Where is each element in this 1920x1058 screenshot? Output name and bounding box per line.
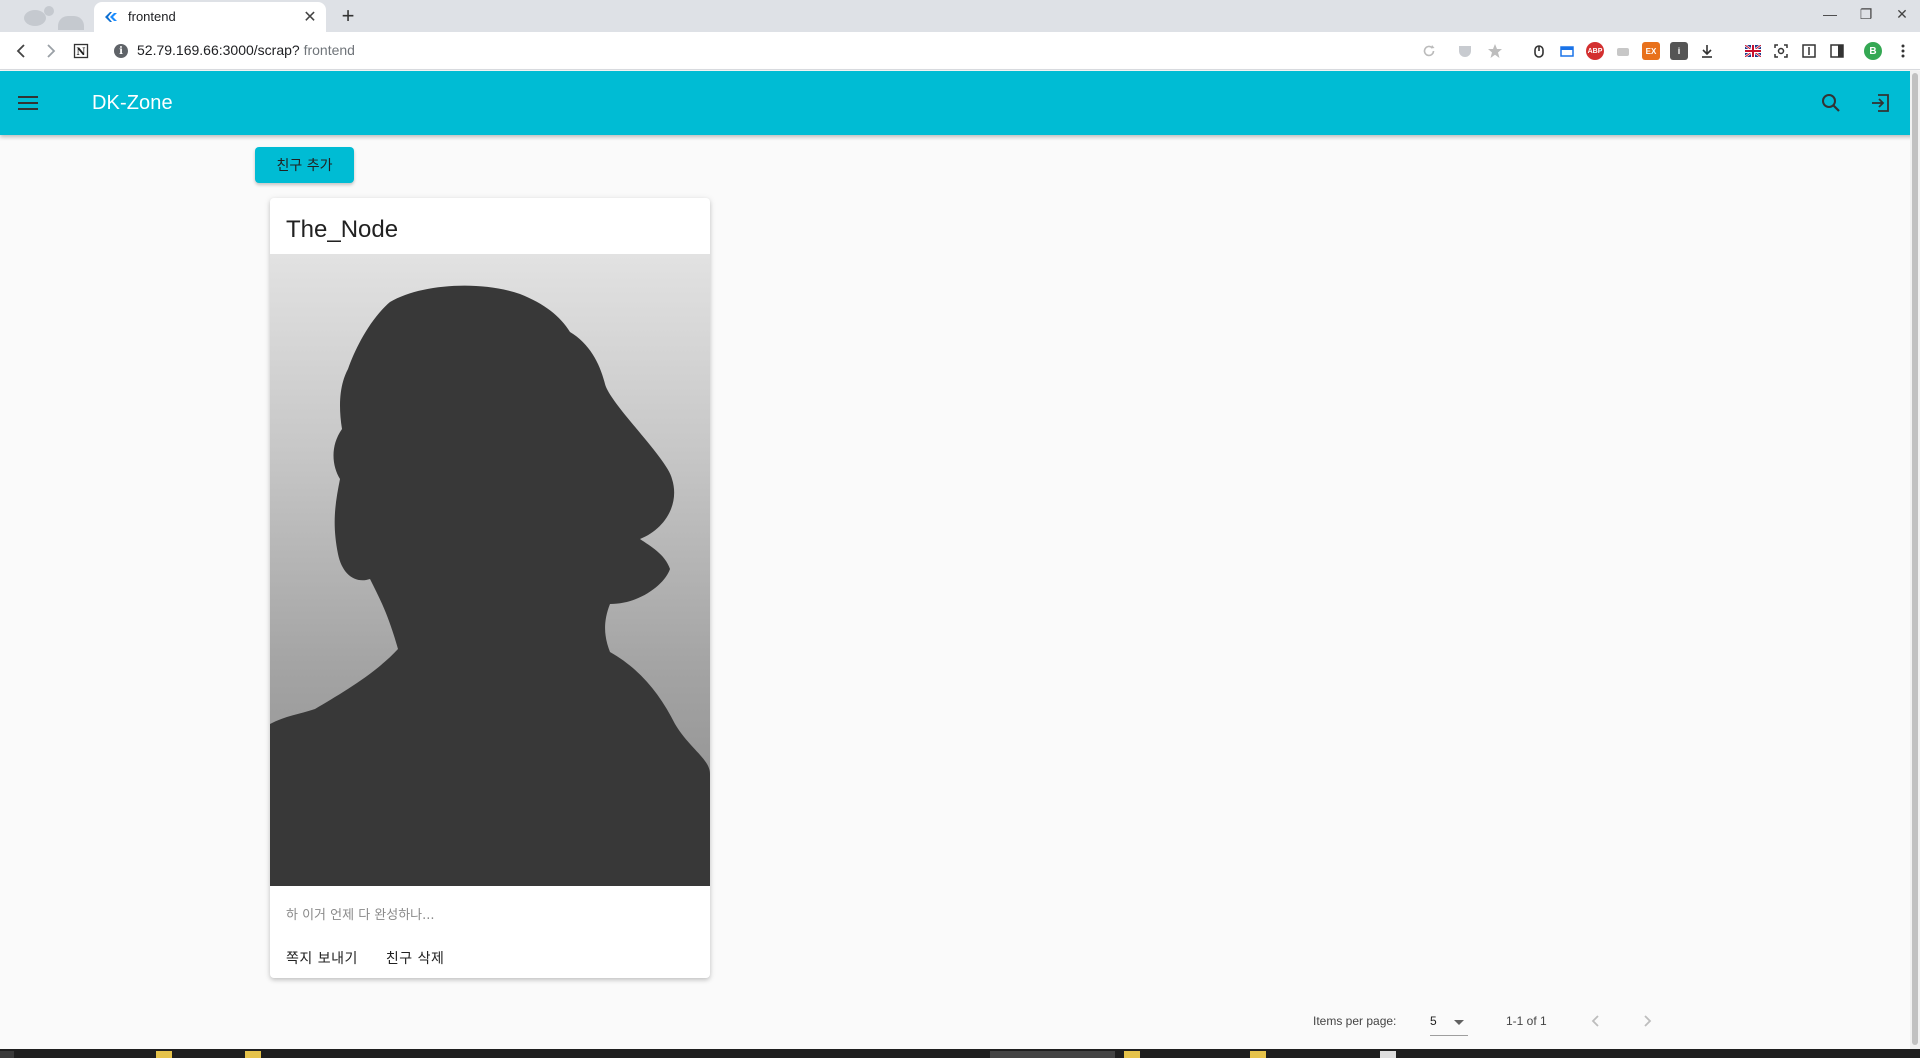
cloud-extension-icon[interactable] — [1614, 42, 1632, 60]
address-url: 52.79.169.66:3000/scrap? — [137, 42, 300, 58]
next-page-icon[interactable] — [1634, 1008, 1660, 1034]
profile-avatar[interactable]: B — [1864, 42, 1882, 60]
reader-icon[interactable] — [1800, 42, 1818, 60]
forward-icon[interactable] — [38, 38, 64, 64]
adblock-icon[interactable]: ABP — [1586, 42, 1604, 60]
screenshot-icon[interactable] — [1772, 42, 1790, 60]
tab-close-icon[interactable]: ✕ — [300, 7, 320, 27]
send-message-button[interactable]: 쪽지 보내기 — [278, 944, 366, 972]
minimize-icon[interactable]: — — [1812, 2, 1848, 26]
address-page-title: frontend — [303, 42, 355, 58]
browser-toolbar: N i 52.79.169.66:3000/scrap? frontend AB… — [0, 32, 1920, 70]
browser-tabbar: frontend ✕ + — ❐ ✕ — [0, 0, 1920, 32]
tab-title: frontend — [128, 9, 176, 24]
address-bar[interactable]: 52.79.169.66:3000/scrap? frontend — [137, 42, 355, 58]
background-tab[interactable] — [18, 4, 90, 32]
page-size-select[interactable]: 5 — [1430, 1010, 1468, 1036]
active-tab[interactable]: frontend ✕ — [94, 2, 326, 32]
download-icon[interactable] — [1698, 42, 1716, 60]
logout-icon[interactable] — [1866, 89, 1894, 117]
ex-extension-icon[interactable]: EX — [1642, 42, 1660, 60]
app-toolbar: DK-Zone — [0, 71, 1920, 135]
notion-icon[interactable]: N — [68, 38, 94, 64]
window-close-icon[interactable]: ✕ — [1884, 2, 1920, 26]
flag-uk-icon[interactable] — [1744, 42, 1762, 60]
profile-silhouette-image — [270, 254, 710, 886]
back-icon[interactable] — [8, 38, 34, 64]
page-range-label: 1-1 of 1 — [1506, 1014, 1547, 1028]
taskbar-active-app[interactable] — [990, 1051, 1115, 1058]
add-friend-button[interactable]: 친구 추가 — [255, 147, 354, 183]
taskbar-app[interactable] — [1250, 1051, 1266, 1058]
taskbar-app[interactable] — [156, 1051, 172, 1058]
reload-extension-icon[interactable] — [1420, 42, 1438, 60]
card-actions: 쪽지 보내기 친구 삭제 — [278, 944, 452, 972]
previous-page-icon[interactable] — [1583, 1008, 1609, 1034]
site-info-icon[interactable]: i — [114, 44, 128, 58]
friend-name: The_Node — [286, 216, 399, 243]
taskbar-app[interactable] — [245, 1051, 261, 1058]
touch-extension-icon[interactable] — [1530, 42, 1548, 60]
page-size-value: 5 — [1430, 1014, 1437, 1028]
taskbar-app[interactable] — [1124, 1051, 1140, 1058]
new-tab-icon[interactable]: + — [336, 3, 360, 28]
hamburger-menu-icon[interactable] — [14, 89, 42, 117]
sidebar-icon[interactable] — [1828, 42, 1846, 60]
pocket-icon[interactable] — [1456, 42, 1474, 60]
taskbar-start[interactable] — [0, 1051, 14, 1058]
menu-dots-icon[interactable] — [1894, 42, 1912, 60]
restore-icon[interactable]: ❐ — [1848, 2, 1884, 26]
svg-text:N: N — [76, 47, 85, 58]
dropdown-arrow-icon — [1454, 1020, 1464, 1025]
angular-favicon-icon — [105, 12, 117, 22]
window-extension-icon[interactable] — [1558, 42, 1576, 60]
os-taskbar — [0, 1049, 1920, 1058]
items-per-page-label: Items per page: — [1313, 1014, 1397, 1028]
scrollbar-thumb[interactable] — [1912, 73, 1918, 1045]
delete-friend-button[interactable]: 친구 삭제 — [378, 944, 452, 972]
friend-status-message: 하 이거 언제 다 완성하나... — [286, 908, 435, 923]
search-icon[interactable] — [1817, 89, 1845, 117]
friend-card: The_Node 하 이거 언제 다 완성하나... 쪽지 보내기 친구 삭제 — [270, 198, 710, 978]
app-title[interactable]: DK-Zone — [92, 92, 173, 115]
taskbar-app[interactable] — [1380, 1051, 1396, 1058]
bookmark-star-icon[interactable] — [1486, 42, 1504, 60]
info-extension-icon[interactable]: i — [1670, 42, 1688, 60]
